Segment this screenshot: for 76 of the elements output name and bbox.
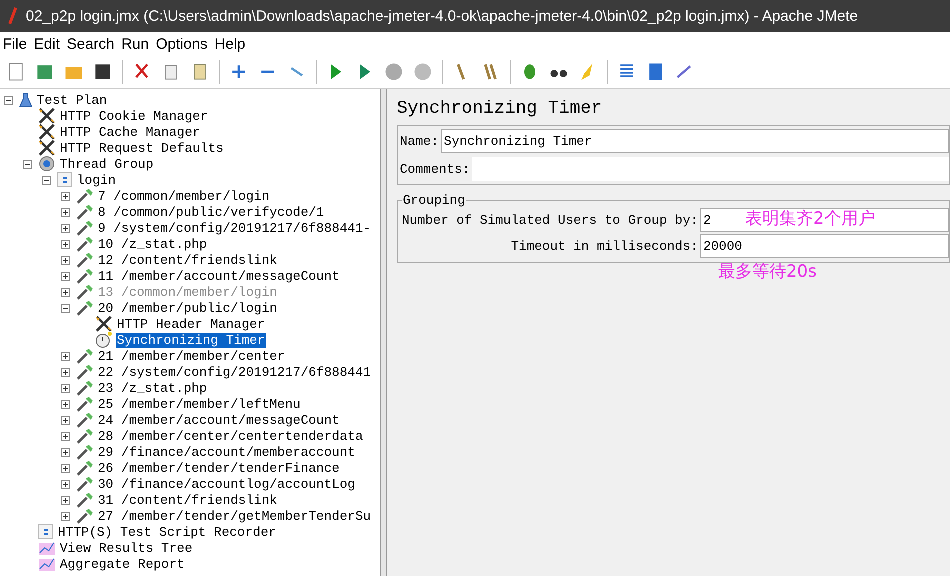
- tree-item[interactable]: HTTP(S) Test Script Recorder: [57, 524, 278, 540]
- tree-item[interactable]: 8 /common/public/verifycode/1: [97, 204, 326, 220]
- expand-toggle[interactable]: [61, 512, 70, 520]
- menu-item[interactable]: Run: [122, 36, 150, 52]
- tree-item[interactable]: 28 /member/center/centertenderdata: [97, 428, 364, 444]
- expand-toggle[interactable]: [61, 432, 70, 440]
- expand-toggle[interactable]: [61, 368, 70, 376]
- tree-item[interactable]: 23 /z_stat.php: [97, 380, 208, 396]
- tree-item[interactable]: Aggregate Report: [59, 556, 186, 572]
- expand-toggle[interactable]: [61, 400, 70, 408]
- tree-item[interactable]: Synchronizing Timer: [116, 332, 266, 348]
- menu-item[interactable]: Options: [156, 36, 208, 52]
- chart-icon: [38, 540, 56, 556]
- name-field[interactable]: Synchronizing Timer: [441, 129, 949, 153]
- collapse-toggle[interactable]: [61, 304, 70, 312]
- field-label: Timeout in milliseconds:: [510, 238, 698, 254]
- tree-item[interactable]: 10 /z_stat.php: [97, 236, 208, 252]
- tree-item[interactable]: HTTP Cookie Manager: [59, 108, 210, 124]
- tree-item[interactable]: HTTP Header Manager: [116, 316, 266, 332]
- tree-item[interactable]: 25 /member/member/leftMenu: [97, 396, 302, 412]
- comments-label: Comments:: [400, 162, 470, 176]
- menu-item[interactable]: Edit: [34, 36, 60, 52]
- annotation-text: 最多等待20s: [718, 261, 817, 283]
- tree-item[interactable]: login: [76, 172, 118, 188]
- panel-title: Synchronizing Timer: [397, 99, 604, 119]
- tree-item[interactable]: Test Plan: [36, 92, 108, 108]
- collapse-toggle[interactable]: [23, 160, 32, 168]
- menu-item[interactable]: Search: [67, 36, 115, 52]
- tree-item[interactable]: 11 /member/account/messageCount: [97, 268, 341, 284]
- tree-item[interactable]: 21 /member/member/center: [97, 348, 286, 364]
- tree-item[interactable]: 26 /member/tender/tenderFinance: [97, 460, 341, 476]
- expand-toggle[interactable]: [61, 240, 70, 248]
- expand-toggle[interactable]: [61, 464, 70, 472]
- grouping-legend: Grouping: [402, 193, 466, 208]
- menu-item[interactable]: File: [3, 36, 28, 52]
- menu-item[interactable]: Help: [214, 36, 246, 52]
- flask-icon: [19, 92, 33, 108]
- collapse-toggle[interactable]: [42, 176, 51, 184]
- expand-toggle[interactable]: [61, 496, 70, 504]
- expand-toggle[interactable]: [61, 208, 70, 216]
- expand-toggle[interactable]: [61, 352, 70, 360]
- stopwatch-icon: [95, 332, 113, 348]
- tree-item[interactable]: Thread Group: [59, 156, 155, 172]
- tree-item[interactable]: 12 /content/friendslink: [97, 252, 278, 268]
- chart-icon: [38, 556, 56, 572]
- tools-icon: [38, 108, 56, 124]
- tree-item[interactable]: 7 /common/member/login: [97, 188, 271, 204]
- tree-item[interactable]: 27 /member/tender/getMemberTenderSu: [97, 508, 372, 524]
- input-field[interactable]: 20000: [700, 234, 949, 258]
- tree-item[interactable]: 29 /finance/account/memberaccount: [97, 444, 356, 460]
- tree-item[interactable]: 24 /member/account/messageCount: [97, 412, 341, 428]
- field-label: Number of Simulated Users to Group by:: [402, 212, 698, 228]
- expand-toggle[interactable]: [61, 480, 70, 488]
- tree-item[interactable]: View Results Tree: [59, 540, 194, 556]
- tree-item[interactable]: HTTP Request Defaults: [59, 140, 225, 156]
- tree-item[interactable]: 30 /finance/accountlog/accountLog: [97, 476, 356, 492]
- tree-item[interactable]: 22 /system/config/20191217/6f888441: [97, 364, 372, 380]
- annotation-text: 表明集齐2个用户: [745, 208, 876, 230]
- tree-item[interactable]: 31 /content/friendslink: [97, 492, 278, 508]
- expand-toggle[interactable]: [61, 448, 70, 456]
- window-title: 02_p2p login.jmx (C:\Users\admin\Downloads\apache-jmeter-4.0-ok\apache-jmeter-4.0\bin\02_p2p login.jmx) - Apache JMete: [26, 8, 858, 24]
- expand-toggle[interactable]: [61, 224, 70, 232]
- expand-toggle[interactable]: [61, 256, 70, 264]
- tools-icon: [38, 140, 56, 156]
- tools-icon: [95, 316, 113, 332]
- collapse-toggle[interactable]: [4, 96, 13, 104]
- tree-item[interactable]: HTTP Cache Manager: [59, 124, 202, 140]
- comments-field[interactable]: [472, 157, 949, 181]
- name-label: Name:: [400, 134, 440, 148]
- expand-toggle[interactable]: [61, 416, 70, 424]
- expand-toggle[interactable]: [61, 192, 70, 200]
- expand-toggle[interactable]: [61, 384, 70, 392]
- tools-icon: [38, 124, 56, 140]
- tree-item[interactable]: 9 /system/config/20191217/6f888441-: [97, 220, 372, 236]
- tree-item[interactable]: 20 /member/public/login: [97, 300, 278, 316]
- expand-toggle[interactable]: [61, 272, 70, 280]
